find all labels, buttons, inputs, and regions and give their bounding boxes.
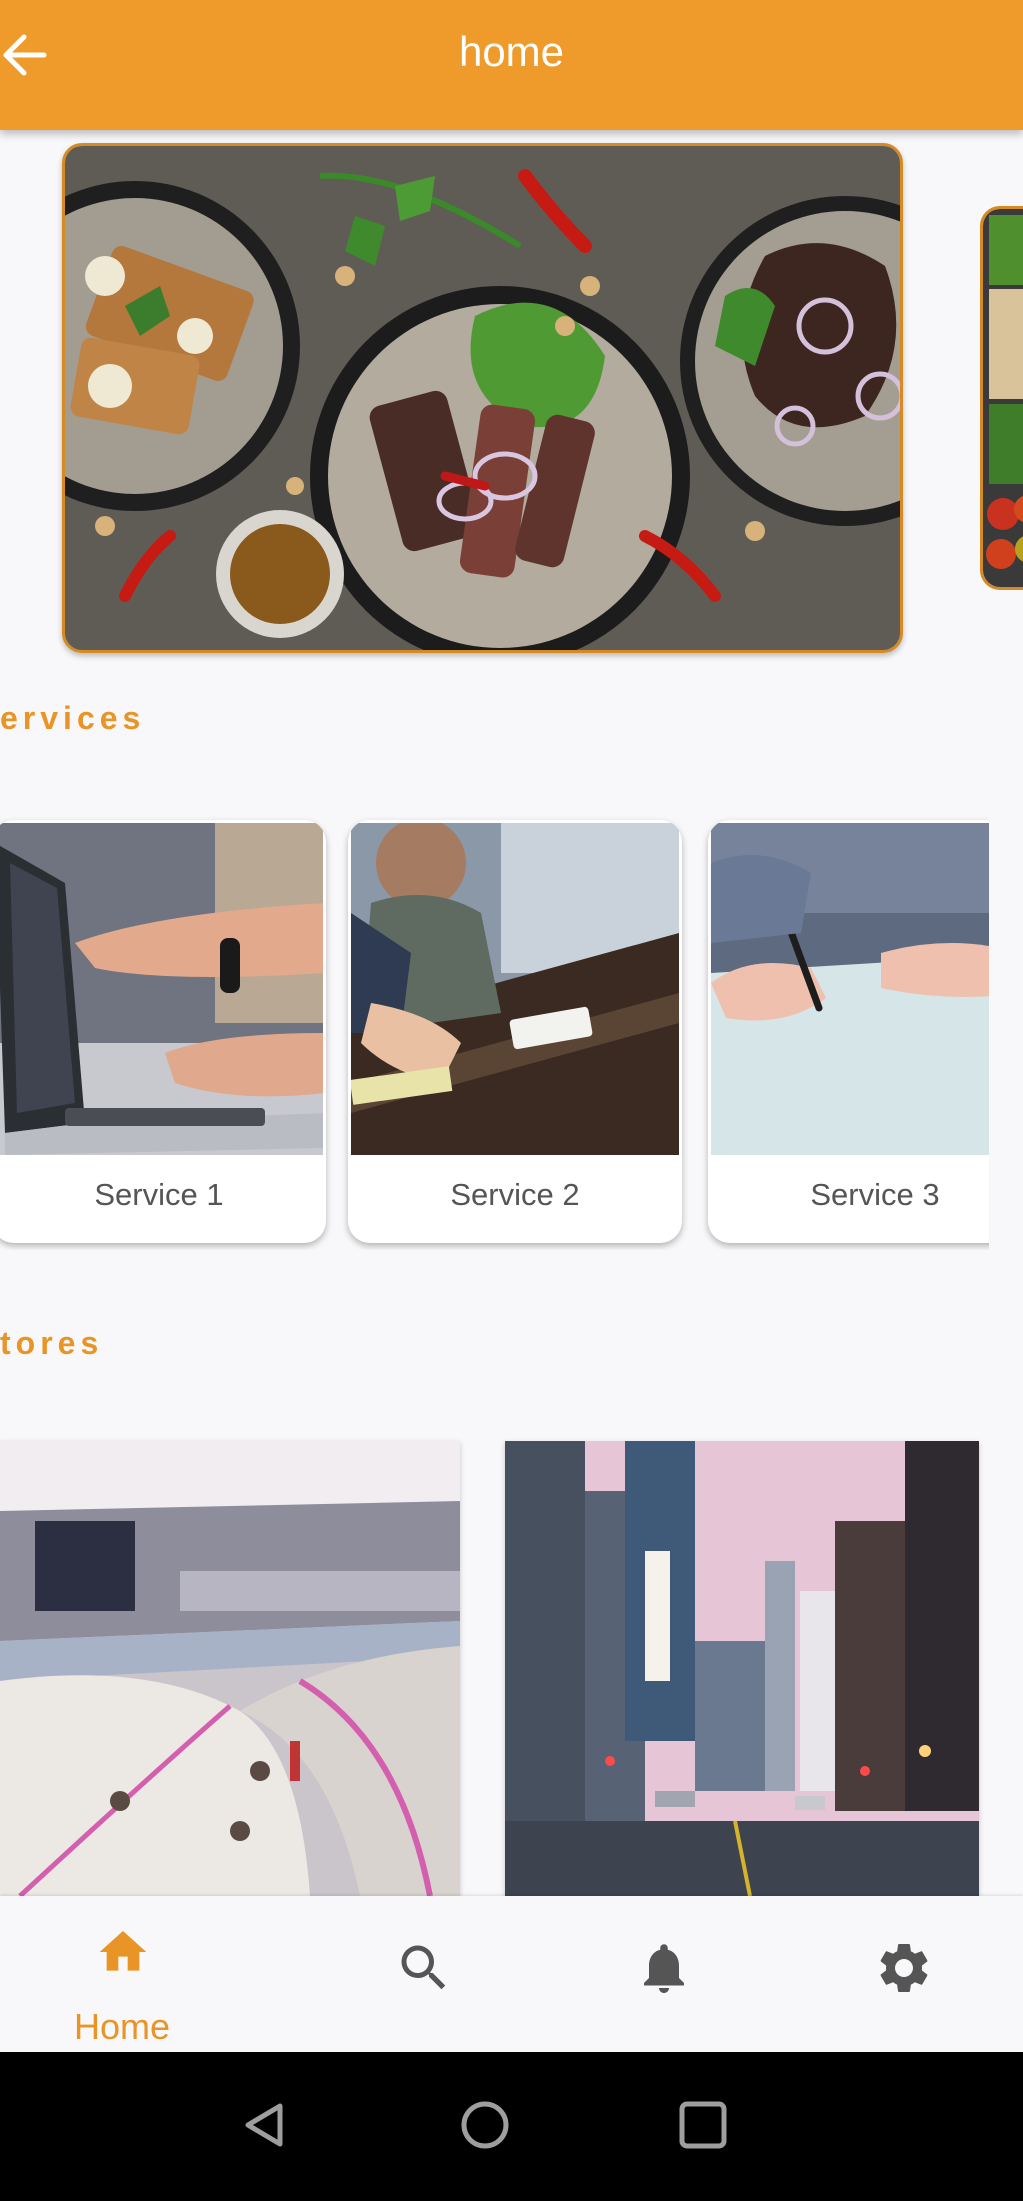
service-card-1[interactable]: Service 1 xyxy=(0,820,326,1243)
street-photo xyxy=(505,1441,979,1896)
nav-item-notifications[interactable] xyxy=(562,1896,762,2052)
bottom-navigation: Home xyxy=(0,1896,1023,2052)
app-bar: home xyxy=(0,0,1023,130)
nav-item-home[interactable]: Home xyxy=(22,1896,222,2052)
service-3-label: Service 3 xyxy=(810,1177,940,1212)
search-icon xyxy=(401,1945,446,1990)
services-carousel[interactable]: Service 1 Service 2 Service 3 xyxy=(0,816,989,1250)
home-icon xyxy=(99,1931,147,1971)
services-section-title: ervices xyxy=(0,700,146,736)
nav-item-settings[interactable] xyxy=(802,1896,1002,2052)
mall-photo xyxy=(0,1441,460,1896)
service-card-3[interactable]: Service 3 xyxy=(708,820,989,1243)
service-2-label: Service 2 xyxy=(450,1177,580,1212)
gear-icon xyxy=(880,1944,928,1992)
food-photo-next xyxy=(983,209,1023,587)
service-3-photo xyxy=(711,823,989,1155)
store-card-street[interactable] xyxy=(505,1441,979,1896)
banner-image-next[interactable] xyxy=(980,206,1023,590)
nav-item-search[interactable] xyxy=(322,1896,522,2052)
nav-home-label: Home xyxy=(73,2006,171,2047)
food-photo xyxy=(65,146,900,650)
banner-image-food[interactable] xyxy=(62,143,903,653)
back-triangle-icon[interactable] xyxy=(240,2100,290,2150)
stores-section-title: tores xyxy=(0,1325,104,1361)
service-card-2[interactable]: Service 2 xyxy=(348,820,682,1243)
store-card-mall[interactable] xyxy=(0,1441,460,1896)
service-1-photo xyxy=(0,823,323,1155)
home-circle-icon[interactable] xyxy=(458,2098,512,2152)
system-navigation-bar xyxy=(0,2052,1023,2201)
recents-square-icon[interactable] xyxy=(677,2099,729,2151)
page-title: home xyxy=(458,28,565,75)
service-2-photo xyxy=(351,823,679,1155)
bell-icon xyxy=(644,1944,684,1993)
service-1-label: Service 1 xyxy=(94,1177,224,1212)
